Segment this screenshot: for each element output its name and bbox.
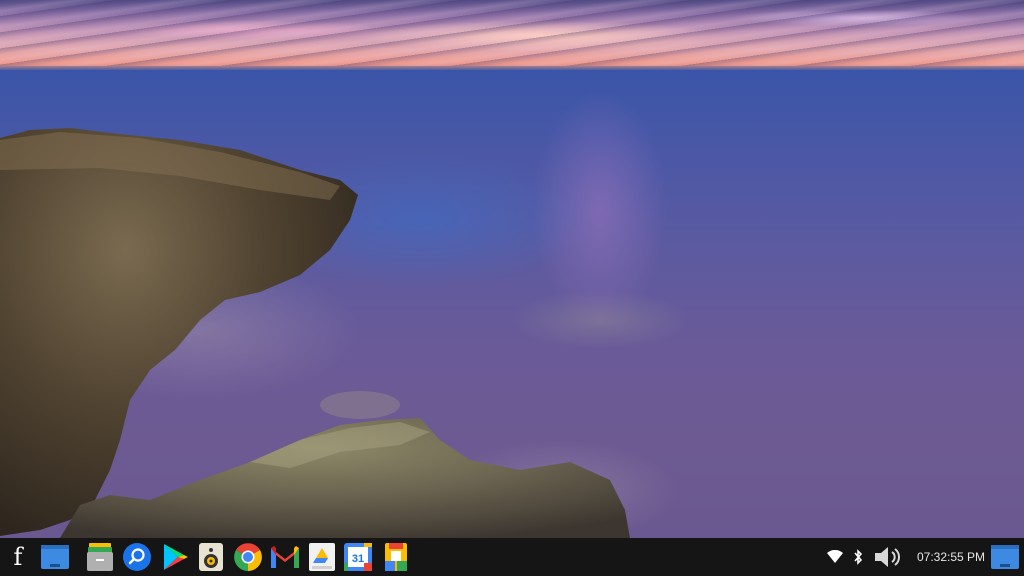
- desktop-wallpaper: [0, 0, 1024, 538]
- search-icon: [123, 543, 151, 571]
- shelf-app-play-store[interactable]: [158, 540, 192, 574]
- files-icon: [87, 543, 113, 571]
- chrome-icon: [234, 543, 262, 571]
- speaker-icon: [199, 543, 223, 571]
- shelf-app-drive[interactable]: [305, 540, 339, 574]
- shelf-app-window[interactable]: [38, 540, 72, 574]
- calendar-day: 31: [352, 553, 364, 565]
- shelf-app-search[interactable]: [120, 540, 154, 574]
- calendar-icon: 31: [344, 543, 372, 571]
- shelf-app-speaker[interactable]: [194, 540, 228, 574]
- window-icon: [991, 545, 1019, 569]
- volume-control[interactable]: [871, 538, 905, 576]
- volume-icon: [875, 547, 900, 567]
- gmail-icon: [271, 546, 299, 568]
- shelf-app-chrome[interactable]: [231, 540, 265, 574]
- shelf-app-gmail[interactable]: [268, 540, 302, 574]
- window-icon: [41, 545, 69, 569]
- shelf: f 31 07:32:55 PM: [0, 538, 1024, 576]
- overview-button[interactable]: [988, 540, 1022, 574]
- small-rock: [320, 391, 400, 419]
- shelf-app-docs[interactable]: [379, 540, 413, 574]
- shelf-app-files[interactable]: [83, 540, 117, 574]
- wifi-icon: [827, 550, 843, 563]
- play-store-icon: [164, 544, 188, 570]
- shelf-app-calendar[interactable]: 31: [341, 540, 375, 574]
- docs-icon: [385, 543, 407, 571]
- drive-icon: [309, 543, 335, 571]
- launcher-button[interactable]: f: [8, 538, 28, 576]
- wifi-status[interactable]: [825, 538, 845, 576]
- bluetooth-icon: [854, 549, 863, 565]
- clock[interactable]: 07:32:55 PM: [917, 538, 985, 576]
- rocks-illustration: [0, 128, 680, 538]
- bluetooth-status[interactable]: [849, 538, 867, 576]
